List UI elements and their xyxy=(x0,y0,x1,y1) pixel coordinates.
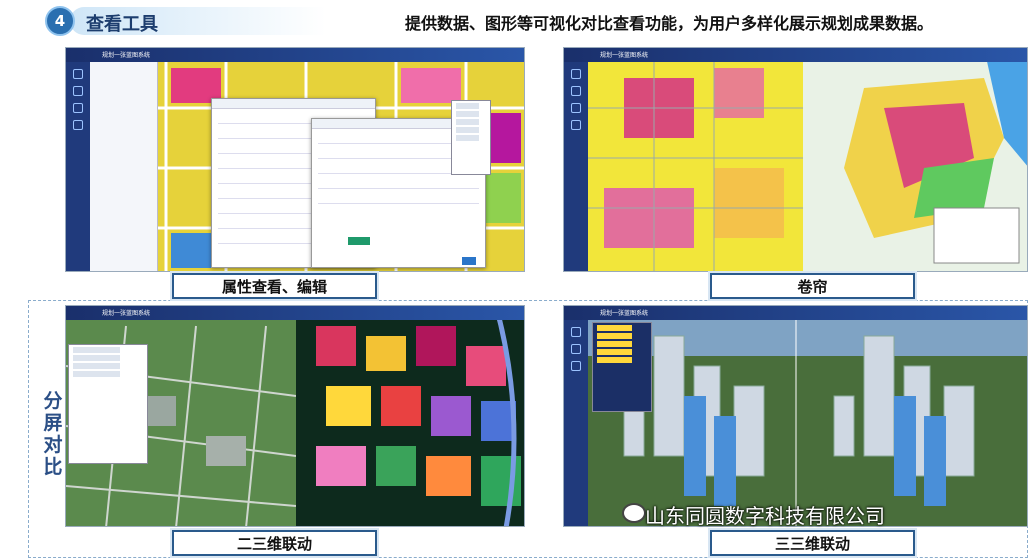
layers-icon[interactable] xyxy=(571,344,581,354)
app-title: 规划一张蓝图系统 xyxy=(102,310,151,317)
compare-icon[interactable] xyxy=(571,361,581,371)
layers-icon[interactable] xyxy=(73,86,83,96)
tools-icon[interactable] xyxy=(73,120,83,130)
layers-icon[interactable] xyxy=(571,86,581,96)
company-watermark: 山东同圆数字科技有限公司 xyxy=(645,504,885,528)
section-description: 提供数据、图形等可视化对比查看功能，为用户多样化展示规划成果数据。 xyxy=(405,14,934,33)
confirm-button[interactable] xyxy=(462,257,476,265)
app-top-bar: 规划一张蓝图系统 xyxy=(564,306,1027,320)
compare-icon[interactable] xyxy=(73,103,83,113)
map-icon[interactable] xyxy=(73,69,83,79)
section-title: 查看工具 xyxy=(86,14,158,35)
layer-list[interactable] xyxy=(451,100,491,175)
compare-icon[interactable] xyxy=(571,103,581,113)
three-three-linkage-screenshot: 规划一张蓝图系统 xyxy=(563,305,1028,527)
upload-button[interactable] xyxy=(348,237,370,245)
split-compare-label: 分屏对比 xyxy=(43,390,63,478)
map-icon[interactable] xyxy=(571,327,581,337)
curtain-map xyxy=(564,48,1027,271)
app-title: 规划一张蓝图系统 xyxy=(600,310,649,317)
app-title: 规划一张蓝图系统 xyxy=(102,52,151,59)
app-sidebar[interactable] xyxy=(564,320,588,526)
layer-tree-panel[interactable] xyxy=(68,344,148,464)
app-top-bar: 规划一张蓝图系统 xyxy=(66,306,524,320)
app-top-bar: 规划一张蓝图系统 xyxy=(66,48,524,62)
caption-three-three: 三三维联动 xyxy=(710,530,915,556)
app-top-bar: 规划一张蓝图系统 xyxy=(564,48,1027,62)
map-icon[interactable] xyxy=(571,69,581,79)
caption-two-three: 二三维联动 xyxy=(172,530,377,556)
attribute-edit-screenshot: 规划一张蓝图系统 xyxy=(65,47,525,272)
curtain-screenshot: 规划一张蓝图系统 xyxy=(563,47,1028,272)
wechat-icon xyxy=(622,503,646,523)
app-title: 规划一张蓝图系统 xyxy=(600,52,649,59)
tools-icon[interactable] xyxy=(571,120,581,130)
two-three-linkage-screenshot: 规划一张蓝图系统 xyxy=(65,305,525,527)
caption-attribute: 属性查看、编辑 xyxy=(172,273,377,299)
app-sidebar[interactable] xyxy=(564,62,588,271)
section-number-badge: 4 xyxy=(45,6,75,36)
caption-curtain: 卷帘 xyxy=(710,273,915,299)
app-sidebar[interactable] xyxy=(66,62,90,271)
layer-tree-panel[interactable] xyxy=(592,322,652,412)
